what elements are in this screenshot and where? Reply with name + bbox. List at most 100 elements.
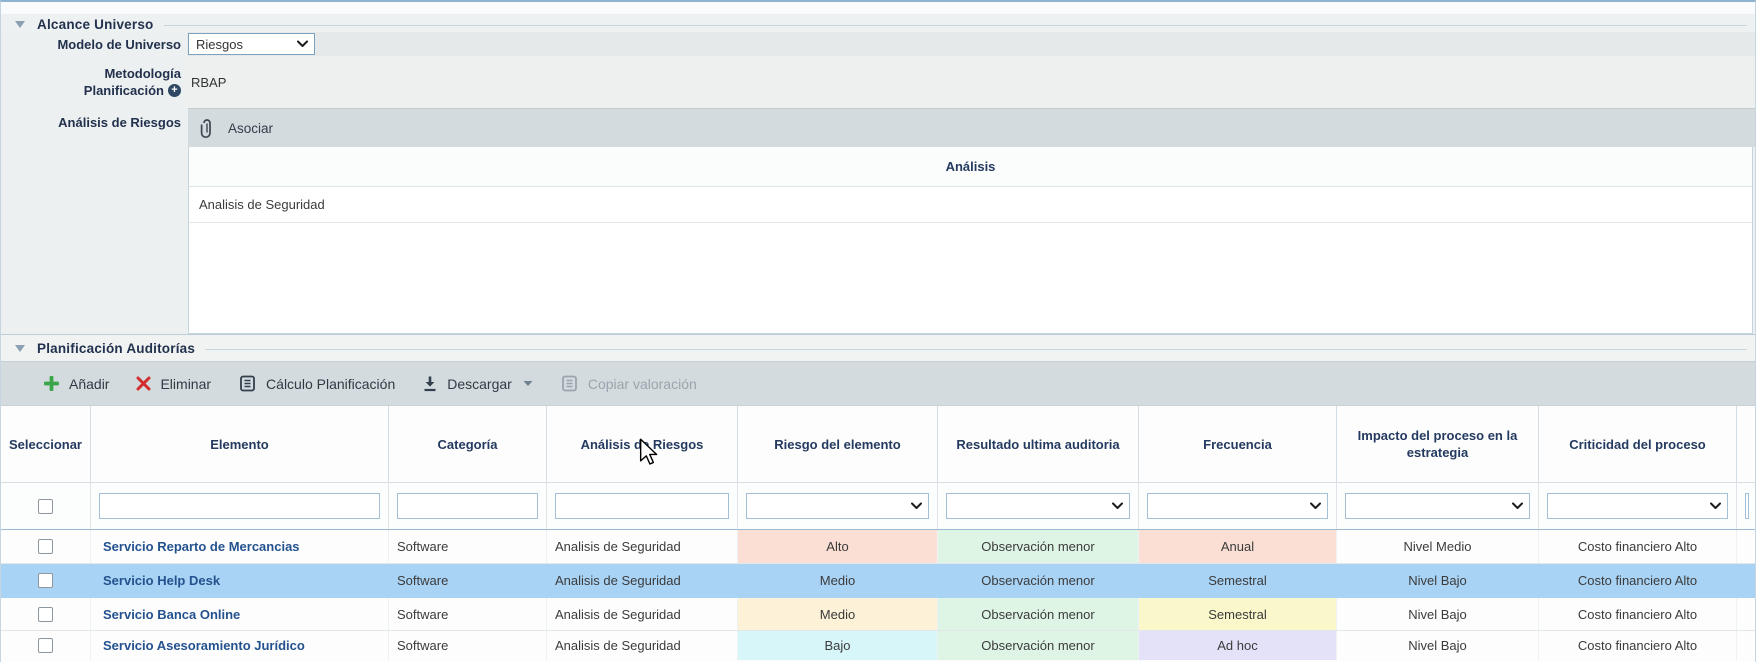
x-icon (136, 376, 151, 391)
table-row[interactable]: Servicio Banca OnlineSoftwareAnalisis de… (1, 598, 1756, 631)
status-cell: Semestral (1139, 564, 1337, 597)
row-checkbox[interactable] (38, 638, 53, 653)
status-cell: Medio (738, 598, 938, 630)
cell-value: Costo financiero Alto (1539, 598, 1737, 630)
cell-empty (1737, 598, 1756, 630)
filter-select-resultado-ultima-auditoria[interactable] (946, 493, 1130, 519)
column-header-elemento[interactable]: Elemento (91, 406, 389, 482)
column-header-resultado-ultima-auditoria[interactable]: Resultado ultima auditoria (938, 406, 1139, 482)
cell-value: Nivel Bajo (1337, 564, 1539, 597)
table-row[interactable]: Servicio Asesoramiento Jurídico Software A… (1, 631, 1756, 661)
filter-select-extra[interactable] (1745, 493, 1749, 519)
mouse-cursor (639, 438, 658, 467)
legend-rule (164, 25, 1748, 26)
cell-value: Nivel Bajo (1337, 598, 1539, 630)
cell-value: Software (389, 631, 547, 660)
element-link[interactable]: Servicio Asesoramiento Jurídico (103, 638, 305, 653)
plus-icon (43, 375, 60, 392)
table-row[interactable]: Servicio Help DeskSoftwareAnalisis de Se… (1, 564, 1756, 598)
column-header-riesgo-del-elemento[interactable]: Riesgo del elemento (738, 406, 938, 482)
eliminar-button[interactable]: Eliminar (136, 376, 211, 392)
status-cell: Medio (738, 564, 938, 597)
cell-empty (1737, 631, 1756, 660)
status-cell: Alto (738, 530, 938, 563)
cell-elemento: Servicio Banca Online (91, 598, 389, 630)
row-checkbox[interactable] (38, 573, 53, 588)
calculo-planificacion-button[interactable]: Cálculo Planificación (238, 374, 395, 393)
filter-cell-seleccionar (1, 483, 91, 529)
copiar-valoracion-button[interactable]: Copiar valoración (560, 374, 697, 393)
legend-rule (205, 349, 1747, 350)
planificacion-legend: Planificación Auditorías (1, 335, 1755, 361)
chevron-down-icon (1310, 503, 1321, 510)
filter-cell-riesgo-del-elemento (738, 483, 938, 529)
cell-empty (1737, 530, 1756, 563)
column-header-frecuencia[interactable]: Frecuencia (1139, 406, 1337, 482)
top-strip (1, 2, 1755, 15)
chevron-down-icon (297, 41, 308, 48)
column-header-categoria[interactable]: Categoría (389, 406, 547, 482)
status-cell: Bajo (738, 631, 938, 660)
filter-cell-impacto-del-proceso-en-la-estrategia (1337, 483, 1539, 529)
column-header-criticidad-del-proceso[interactable]: Criticidad del proceso (1539, 406, 1737, 482)
add-circle-icon[interactable]: + (168, 84, 181, 97)
chevron-down-icon (1710, 503, 1721, 510)
document-icon (560, 374, 579, 393)
select-all-checkbox[interactable] (38, 499, 53, 514)
collapse-arrow-icon[interactable] (15, 345, 25, 352)
metodologia-label: Metodología Planificación+ (84, 65, 181, 99)
modelo-de-universo-select[interactable]: Riesgos (188, 33, 315, 55)
modelo-label-cell: Modelo de Universo (1, 32, 187, 56)
descargar-button[interactable]: Descargar (422, 375, 533, 393)
filter-input-categoria[interactable] (397, 493, 538, 519)
asociar-toolbar: Asociar (188, 108, 1756, 147)
cell-elemento: Servicio Help Desk (91, 564, 389, 597)
planificacion-grid: SeleccionarElementoCategoríaAnálisis de … (1, 406, 1756, 661)
status-cell: Observación menor (938, 631, 1139, 660)
status-cell: Observación menor (938, 598, 1139, 630)
status-cell: Semestral (1139, 598, 1337, 630)
cell-value: Analisis de Seguridad (547, 598, 738, 630)
filter-select-riesgo-del-elemento[interactable] (746, 493, 929, 519)
document-icon (238, 374, 257, 393)
asociar-button[interactable]: Asociar (200, 117, 273, 139)
paperclip-icon (200, 117, 214, 139)
filter-cell-elemento (91, 483, 389, 529)
filter-select-criticidad-del-proceso[interactable] (1547, 493, 1728, 519)
metodologia-value: RBAP (191, 56, 226, 108)
row-checkbox[interactable] (38, 607, 53, 622)
anadir-button[interactable]: Añadir (43, 375, 109, 392)
chevron-down-icon (1112, 503, 1123, 510)
column-header-seleccionar[interactable]: Seleccionar (1, 406, 91, 482)
collapse-arrow-icon[interactable] (15, 21, 25, 28)
row-checkbox[interactable] (38, 539, 53, 554)
filter-select-impacto-del-proceso-en-la-estrategia[interactable] (1345, 493, 1530, 519)
element-link[interactable]: Servicio Reparto de Mercancias (103, 539, 300, 554)
analisis-row[interactable]: Analisis de Seguridad (189, 187, 1752, 223)
chevron-down-icon (1512, 503, 1523, 510)
cell-value: Costo financiero Alto (1539, 564, 1737, 597)
download-icon (422, 375, 438, 393)
column-header-impacto-del-proceso-en-la-estrategia[interactable]: Impacto del proceso en la estrategia (1337, 406, 1539, 482)
element-link[interactable]: Servicio Help Desk (103, 573, 220, 588)
cell-elemento: Servicio Asesoramiento Jurídico (91, 631, 389, 660)
cell-value: Analisis de Seguridad (547, 530, 738, 563)
filter-select-frecuencia[interactable] (1147, 493, 1328, 519)
filter-cell-extra (1737, 483, 1756, 529)
cell-value: Analisis de Seguridad (547, 564, 738, 597)
filter-cell-analisis-de-riesgos (547, 483, 738, 529)
section-title: Planificación Auditorías (37, 341, 195, 356)
metodologia-label-cell: Metodología Planificación+ (1, 56, 187, 108)
section-title: Alcance Universo (37, 17, 154, 32)
filter-input-analisis-de-riesgos[interactable] (555, 493, 729, 519)
cell-elemento: Servicio Reparto de Mercancias (91, 530, 389, 563)
table-row[interactable]: Servicio Reparto de MercanciasSoftwareAn… (1, 530, 1756, 564)
cell-value: Costo financiero Alto (1539, 631, 1737, 660)
filter-input-elemento[interactable] (99, 493, 380, 519)
cell-seleccionar (1, 530, 91, 563)
filter-cell-criticidad-del-proceso (1539, 483, 1737, 529)
element-link[interactable]: Servicio Banca Online (103, 607, 240, 622)
cell-empty (1737, 564, 1756, 597)
status-cell: Ad hoc (1139, 631, 1337, 660)
status-cell: Observación menor (938, 530, 1139, 563)
